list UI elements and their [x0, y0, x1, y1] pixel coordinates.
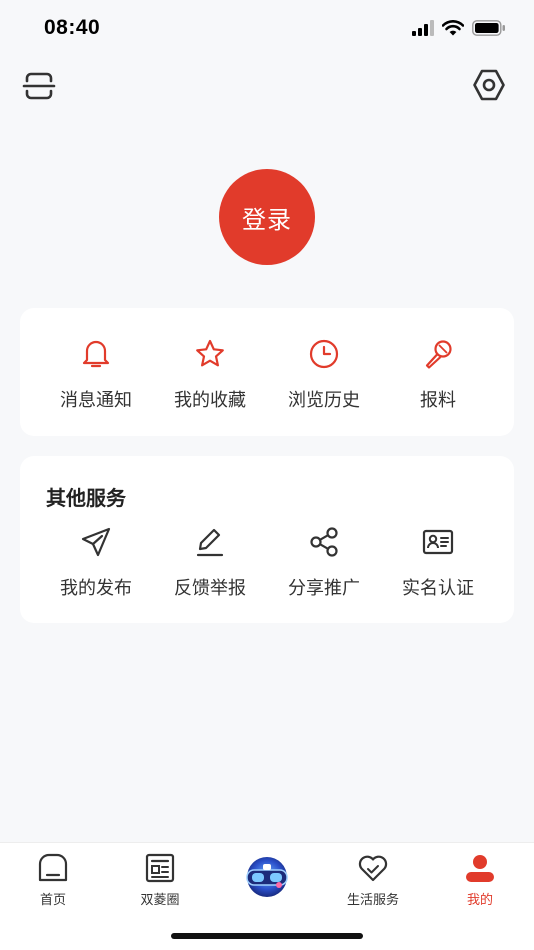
- quick-action-history[interactable]: 浏览历史: [267, 338, 381, 412]
- quick-action-report[interactable]: 报料: [381, 338, 495, 412]
- scan-button[interactable]: [22, 70, 56, 102]
- tab-label: 双菱圈: [140, 893, 180, 908]
- cellular-signal-icon: [412, 20, 434, 36]
- tab-label: 生活服务: [346, 893, 399, 908]
- news-icon: [143, 851, 177, 885]
- id-card-icon: [422, 526, 454, 558]
- tab-label: 我的: [466, 893, 493, 908]
- home-indicator: [171, 933, 363, 939]
- service-label: 反馈举报: [174, 578, 246, 599]
- vr-goggles-icon: [243, 855, 291, 899]
- service-my-posts[interactable]: 我的发布: [39, 526, 153, 600]
- edit-icon: [194, 526, 226, 558]
- tab-home[interactable]: 首页: [0, 851, 106, 908]
- clock-icon: [308, 338, 340, 370]
- service-label: 分享推广: [288, 578, 360, 599]
- quick-action-favorites[interactable]: 我的收藏: [153, 338, 267, 412]
- quick-action-label: 报料: [420, 390, 456, 411]
- settings-hexagon-icon: [473, 69, 505, 101]
- tab-life-services[interactable]: 生活服务: [320, 851, 426, 908]
- settings-button[interactable]: [472, 68, 506, 102]
- microphone-icon: [422, 338, 454, 370]
- other-services-card: 其他服务 我的发布 反馈举报 分享推广 实名认证: [20, 456, 514, 623]
- bell-icon: [80, 338, 112, 370]
- service-label: 我的发布: [60, 578, 132, 599]
- quick-action-label: 消息通知: [60, 390, 132, 411]
- quick-action-label: 浏览历史: [288, 390, 360, 411]
- section-title: 其他服务: [46, 486, 126, 510]
- service-feedback[interactable]: 反馈举报: [153, 526, 267, 600]
- tab-label: 首页: [39, 893, 66, 908]
- tab-vr[interactable]: [214, 855, 320, 899]
- send-icon: [80, 526, 112, 558]
- quick-action-label: 我的收藏: [174, 390, 246, 411]
- login-label: 登录: [242, 205, 292, 234]
- share-icon: [308, 526, 340, 558]
- tab-circle[interactable]: 双菱圈: [107, 851, 213, 908]
- status-time: 08:40: [44, 16, 101, 39]
- service-share[interactable]: 分享推广: [267, 526, 381, 600]
- quick-actions-card: 消息通知 我的收藏 浏览历史 报料: [20, 308, 514, 436]
- scan-icon: [22, 72, 56, 100]
- star-icon: [194, 338, 226, 370]
- service-label: 实名认证: [402, 578, 474, 599]
- user-icon: [463, 851, 497, 885]
- quick-action-notifications[interactable]: 消息通知: [39, 338, 153, 412]
- battery-icon: [472, 20, 505, 36]
- home-icon: [36, 851, 70, 885]
- status-icons: [412, 20, 506, 36]
- heart-icon: [356, 851, 390, 885]
- status-bar: 08:40: [0, 0, 534, 60]
- tab-mine[interactable]: 我的: [427, 851, 533, 908]
- login-button[interactable]: 登录: [219, 169, 315, 265]
- wifi-icon: [442, 20, 464, 36]
- service-verification[interactable]: 实名认证: [381, 526, 495, 600]
